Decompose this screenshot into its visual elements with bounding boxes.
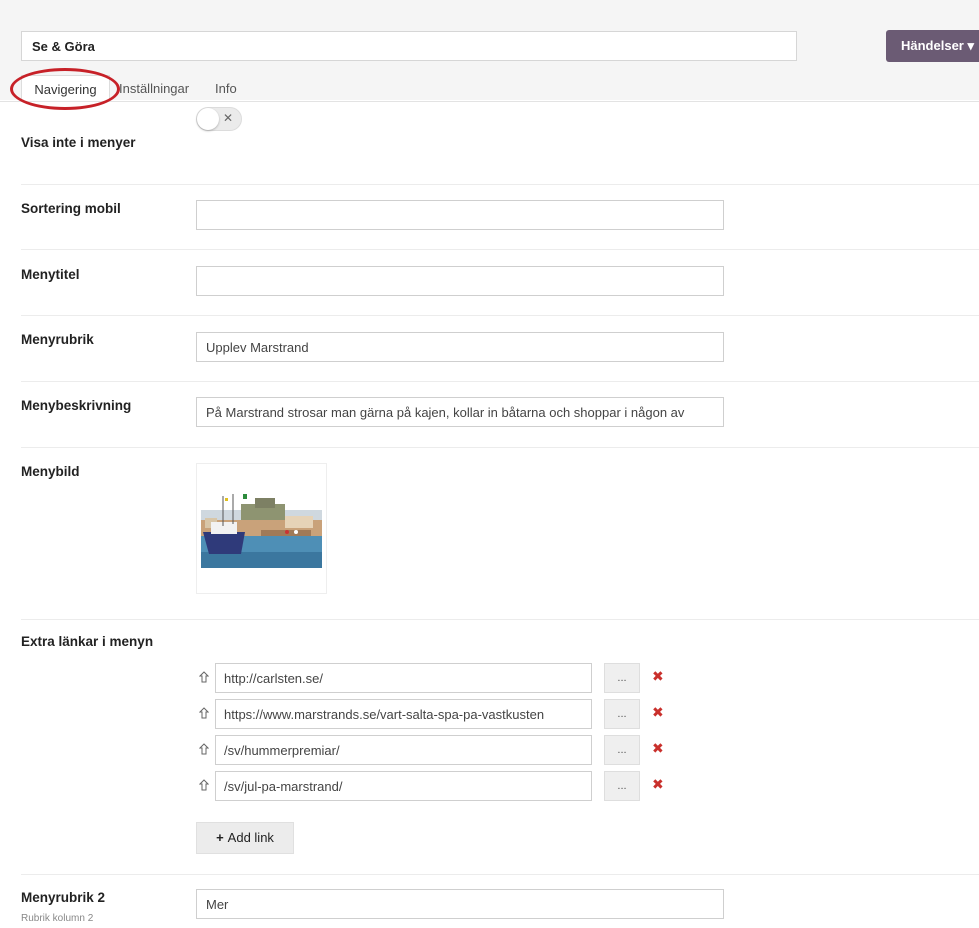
events-dropdown-button[interactable]: Händelser ▾ xyxy=(886,30,979,62)
divider xyxy=(21,447,979,448)
link-url-input[interactable] xyxy=(215,699,592,729)
remove-link-icon[interactable]: ✖ xyxy=(652,777,664,793)
browse-link-button[interactable]: ... xyxy=(604,663,640,693)
caret-down-icon: ▾ xyxy=(967,38,975,53)
link-url-input[interactable] xyxy=(215,771,592,801)
page-name-input[interactable] xyxy=(21,31,797,61)
hide-in-menus-toggle[interactable]: ✕ xyxy=(196,107,242,131)
sort-mobile-label: Sortering mobil xyxy=(21,201,121,216)
divider xyxy=(21,184,979,185)
menu-description-input[interactable] xyxy=(196,397,724,427)
tab-installningar[interactable]: Inställningar xyxy=(119,75,189,102)
add-link-label: Add link xyxy=(227,830,274,845)
tab-navigering[interactable]: Navigering xyxy=(21,75,110,102)
drag-handle-icon[interactable] xyxy=(199,743,209,755)
menu-heading-2-input[interactable] xyxy=(196,889,724,919)
browse-link-button[interactable]: ... xyxy=(604,699,640,729)
sort-mobile-input[interactable] xyxy=(196,200,724,230)
link-url-input[interactable] xyxy=(215,735,592,765)
hide-in-menus-label: Visa inte i menyer xyxy=(21,135,136,150)
remove-link-icon[interactable]: ✖ xyxy=(652,741,664,757)
browse-link-button[interactable]: ... xyxy=(604,735,640,765)
remove-link-icon[interactable]: ✖ xyxy=(652,669,664,685)
menu-title-input[interactable] xyxy=(196,266,724,296)
tab-info[interactable]: Info xyxy=(215,75,237,102)
divider xyxy=(21,249,979,250)
extra-links-label: Extra länkar i menyn xyxy=(21,634,154,649)
menu-image-thumbnail xyxy=(201,492,322,568)
drag-handle-icon[interactable] xyxy=(199,779,209,791)
divider xyxy=(21,381,979,382)
menu-image-label: Menybild xyxy=(21,464,80,479)
menu-heading-2-label: Menyrubrik 2 xyxy=(21,890,106,905)
menu-description-label: Menybeskrivning xyxy=(21,398,132,413)
browse-link-button[interactable]: ... xyxy=(604,771,640,801)
menu-title-label: Menytitel xyxy=(21,267,80,282)
remove-link-icon[interactable]: ✖ xyxy=(652,705,664,721)
add-link-button[interactable]: + Add link xyxy=(196,822,294,854)
toggle-knob xyxy=(197,108,219,130)
link-row: ... ✖ xyxy=(196,735,676,765)
events-button-label: Händelser xyxy=(901,38,964,53)
link-row: ... ✖ xyxy=(196,663,676,693)
drag-handle-icon[interactable] xyxy=(199,671,209,683)
divider xyxy=(21,619,979,620)
menu-heading-label: Menyrubrik xyxy=(21,332,94,347)
plus-icon: + xyxy=(216,830,224,845)
link-row: ... ✖ xyxy=(196,699,676,729)
drag-handle-icon[interactable] xyxy=(199,707,209,719)
close-icon: ✕ xyxy=(222,111,233,125)
menu-heading-2-sublabel: Rubrik kolumn 2 xyxy=(21,913,94,924)
divider xyxy=(21,874,979,875)
menu-heading-input[interactable] xyxy=(196,332,724,362)
link-url-input[interactable] xyxy=(215,663,592,693)
tab-underline xyxy=(0,101,979,102)
menu-image-picker[interactable] xyxy=(196,463,327,594)
link-row: ... ✖ xyxy=(196,771,676,801)
divider xyxy=(21,315,979,316)
